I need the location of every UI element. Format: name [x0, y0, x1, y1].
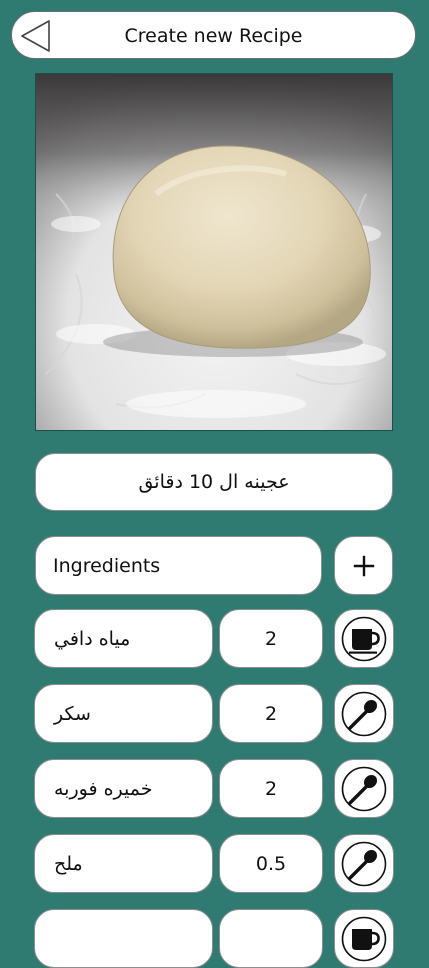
cup-icon — [341, 616, 387, 661]
recipe-photo[interactable] — [35, 73, 393, 431]
ingredient-name-field[interactable]: ملح — [34, 834, 213, 893]
recipe-name-text: عجينه ال 10 دقائق — [138, 471, 290, 493]
ingredient-quantity-text: 0.5 — [255, 852, 287, 875]
ingredients-header: Ingredients — [35, 536, 322, 595]
ingredient-quantity-text: 2 — [264, 627, 278, 650]
unit-selector-button[interactable] — [334, 909, 394, 968]
page-title: Create new Recipe — [124, 25, 303, 47]
cup-icon — [341, 916, 387, 961]
ingredient-quantity-field[interactable] — [219, 909, 323, 968]
unit-selector-button[interactable] — [334, 684, 394, 743]
ingredient-quantity-field[interactable]: 2 — [219, 684, 323, 743]
recipe-name-field[interactable]: عجينه ال 10 دقائق — [35, 453, 393, 511]
ingredient-name-text: سكر — [54, 702, 91, 725]
ingredient-quantity-text: 2 — [264, 777, 278, 800]
ingredient-name-field[interactable] — [34, 909, 213, 968]
plus-icon — [353, 555, 374, 576]
spoon-icon — [341, 766, 387, 811]
spoon-icon — [341, 841, 387, 886]
ingredient-quantity-field[interactable]: 0.5 — [219, 834, 323, 893]
ingredient-name-field[interactable]: سكر — [34, 684, 213, 743]
ingredient-quantity-field[interactable]: 2 — [219, 609, 323, 668]
dough-image — [36, 74, 392, 430]
add-ingredient-button[interactable] — [334, 536, 393, 595]
ingredient-name-text: ملح — [54, 852, 83, 875]
unit-selector-button[interactable] — [334, 759, 394, 818]
unit-selector-button[interactable] — [334, 834, 394, 893]
spoon-icon — [341, 691, 387, 736]
ingredient-quantity-text: 2 — [264, 702, 278, 725]
unit-selector-button[interactable] — [334, 609, 394, 668]
ingredient-name-text: مياه دافي — [54, 627, 131, 650]
ingredient-name-text: خميره فوربه — [54, 777, 153, 800]
ingredients-label: Ingredients — [53, 554, 161, 577]
ingredient-name-field[interactable]: خميره فوربه — [34, 759, 213, 818]
top-bar: Create new Recipe — [11, 11, 416, 59]
ingredient-name-field[interactable]: مياه دافي — [34, 609, 213, 668]
status-bar — [0, 0, 429, 6]
ingredient-quantity-field[interactable]: 2 — [219, 759, 323, 818]
